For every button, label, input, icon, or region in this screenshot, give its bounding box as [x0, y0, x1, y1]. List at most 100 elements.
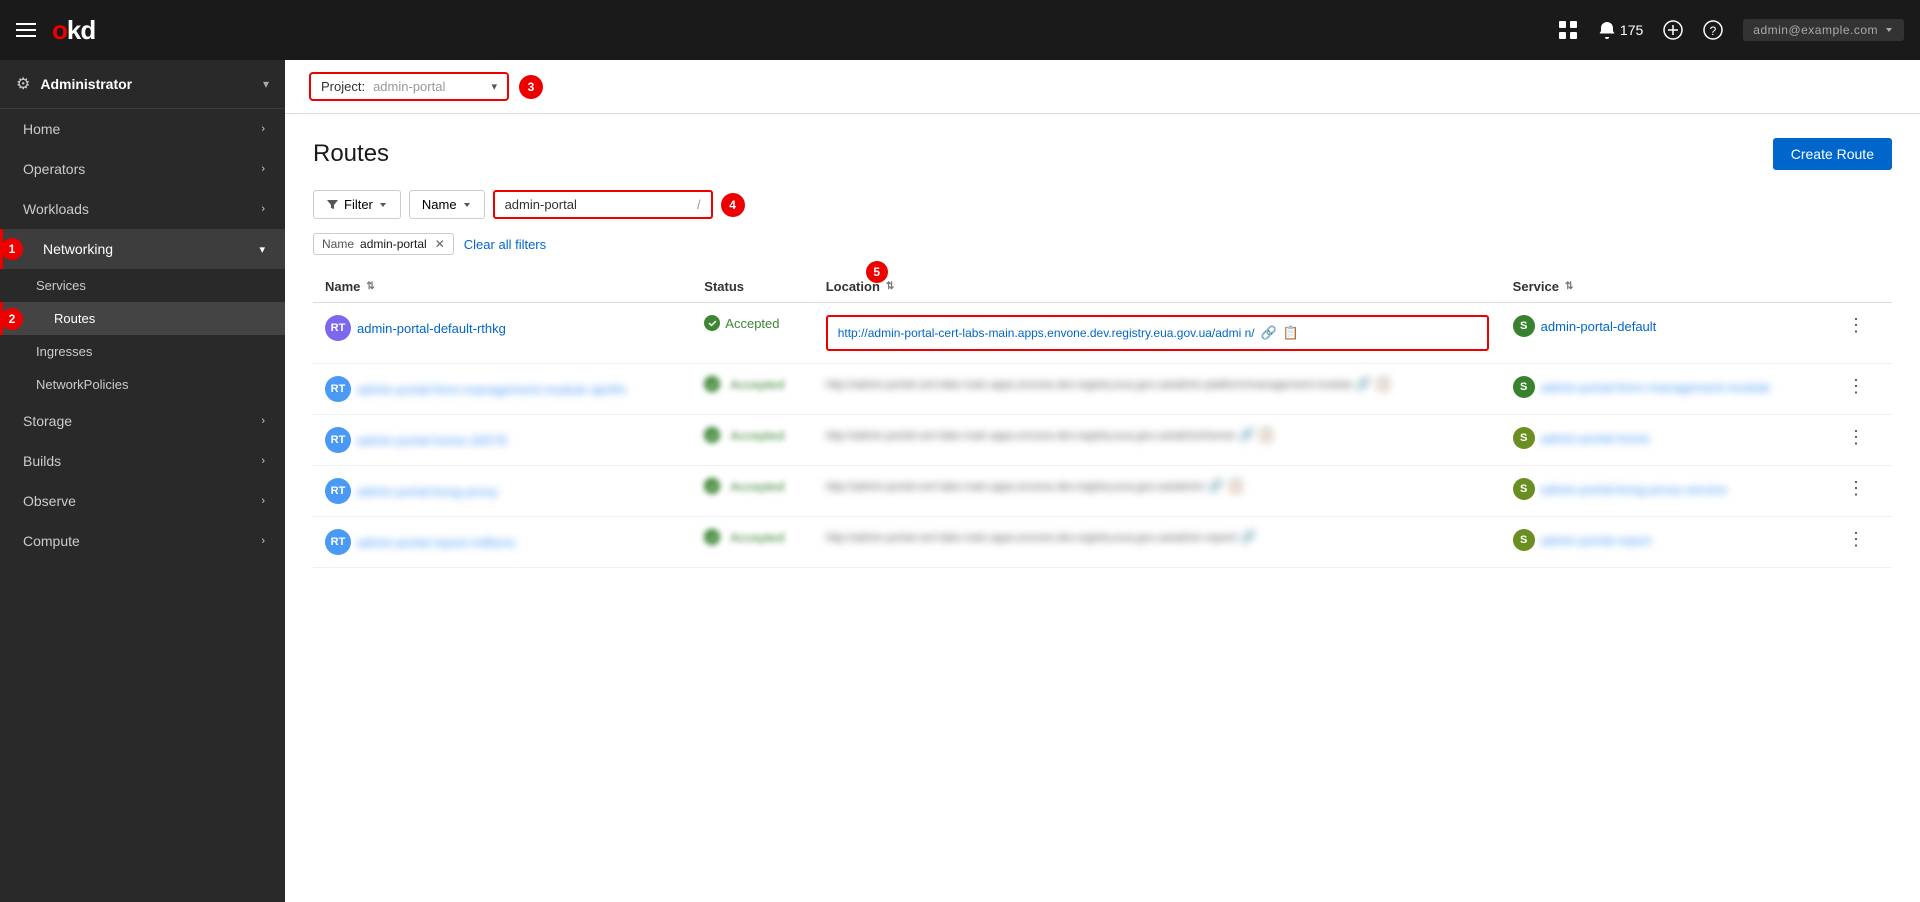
page-title: Routes	[313, 140, 389, 168]
sidebar-sub-services[interactable]: Services	[0, 269, 285, 302]
project-value: admin-portal	[373, 79, 483, 94]
row-4-location: http://admin-portal-cert-labs-main.apps.…	[826, 478, 1489, 494]
row-2-status: Accepted	[704, 376, 801, 392]
create-route-button[interactable]: Create Route	[1773, 138, 1892, 170]
sidebar-item-observe-arrow: ›	[261, 495, 265, 507]
search-separator: /	[697, 197, 701, 212]
filter-tag-close[interactable]: ✕	[435, 237, 445, 251]
filter-button[interactable]: Filter	[313, 190, 401, 219]
table-row: RT admin-portal-report-millions Accepted	[313, 517, 1892, 568]
sidebar-item-storage[interactable]: Storage ›	[0, 401, 285, 441]
row-4-service-badge: S	[1513, 478, 1535, 500]
page-content: Routes Create Route Filter Name /	[285, 114, 1920, 902]
row-1-location-cell: http://admin-portal-cert-labs-main.apps.…	[814, 303, 1501, 364]
sidebar-item-observe[interactable]: Observe ›	[0, 481, 285, 521]
user-menu[interactable]: admin@example.com	[1743, 19, 1904, 41]
add-icon[interactable]	[1663, 20, 1683, 40]
app-logo: okd	[52, 15, 95, 46]
table-row: RT admin-portal-form-management-module-a…	[313, 364, 1892, 415]
sidebar-item-workloads[interactable]: Workloads ›	[0, 189, 285, 229]
sidebar-sub-networkpolicies[interactable]: NetworkPolicies	[0, 368, 285, 401]
row-1-name-link[interactable]: admin-portal-default-rthkg	[357, 321, 506, 336]
clear-all-filters-button[interactable]: Clear all filters	[464, 237, 546, 252]
step2-badge: 2	[1, 308, 23, 330]
row-3-service-cell: S admin-portal-home	[1501, 415, 1829, 466]
project-bar: Project: admin-portal ▾ 3	[285, 60, 1920, 114]
filter-tag-label: Name	[322, 237, 354, 251]
logo-d: d	[80, 15, 95, 45]
row-1-location-box: http://admin-portal-cert-labs-main.apps.…	[826, 315, 1489, 351]
row-1-name-cell: RT admin-portal-default-rthkg	[313, 303, 692, 364]
search-input[interactable]	[505, 197, 693, 212]
sidebar-item-compute[interactable]: Compute ›	[0, 521, 285, 561]
row-5-service-cell: S admin-portal-report	[1501, 517, 1829, 568]
row-1-name: admin-portal-default-rthkg	[357, 321, 506, 336]
row-5-actions-menu[interactable]: ⋮	[1841, 529, 1871, 549]
row-3-location: http://admin-portal-cert-labs-main.apps.…	[826, 427, 1489, 443]
row-2-status-icon	[704, 376, 720, 392]
project-selector[interactable]: Project: admin-portal ▾	[309, 72, 509, 101]
col-actions	[1829, 271, 1892, 303]
step1-badge: 1	[1, 238, 23, 260]
service-sort-icon[interactable]: ⇅	[1565, 281, 1573, 292]
step4-badge: 4	[721, 193, 745, 217]
sidebar-sub-routes[interactable]: 2 Routes	[0, 302, 285, 335]
sidebar-item-operators-label: Operators	[23, 161, 85, 177]
name-sort-icon[interactable]: ⇅	[366, 281, 374, 292]
hamburger-menu[interactable]	[16, 23, 36, 37]
project-label: Project:	[321, 79, 365, 94]
name-filter-dropdown[interactable]: Name	[409, 190, 485, 219]
row-5-status: Accepted	[704, 529, 801, 545]
sidebar-item-operators[interactable]: Operators ›	[0, 149, 285, 189]
logo-k: k	[67, 15, 80, 45]
row-1-service-cell: S admin-portal-default	[1501, 303, 1829, 364]
row-2-actions-menu[interactable]: ⋮	[1841, 376, 1871, 396]
role-selector[interactable]: ⚙ Administrator ▾	[0, 60, 285, 109]
table-row: RT admin-portal-default-rthkg	[313, 303, 1892, 364]
role-dropdown-arrow: ▾	[263, 77, 269, 91]
sidebar-item-storage-label: Storage	[23, 413, 72, 429]
row-3-status-icon	[704, 427, 720, 443]
logo-o: o	[52, 15, 67, 45]
row-4-status-icon	[704, 478, 720, 494]
row-2-location-cell: http://admin-portal-cert-labs-main.apps.…	[814, 364, 1501, 415]
name-filter-label: Name	[422, 197, 457, 212]
row-3-name-cell: RT admin-portal-home-26578	[313, 415, 692, 466]
sidebar: ⚙ Administrator ▾ Home › Operators › Wor…	[0, 60, 285, 902]
row-3-actions-menu[interactable]: ⋮	[1841, 427, 1871, 447]
sidebar-sub-ingresses[interactable]: Ingresses	[0, 335, 285, 368]
col-status: Status	[692, 271, 813, 303]
row-1-service-link[interactable]: admin-portal-default	[1541, 319, 1657, 334]
table-row: RT admin-portal-kong-proxy Accepted	[313, 466, 1892, 517]
row-1-external-link-icon[interactable]: 🔗	[1261, 325, 1277, 341]
main-layout: ⚙ Administrator ▾ Home › Operators › Wor…	[0, 60, 1920, 902]
notifications-count: 175	[1620, 22, 1643, 38]
row-4-status: Accepted	[704, 478, 801, 494]
help-icon[interactable]: ?	[1703, 20, 1723, 40]
row-1-copy-icon[interactable]: 📋	[1283, 325, 1299, 341]
sidebar-item-networking-label: Networking	[43, 241, 113, 257]
sidebar-item-home[interactable]: Home ›	[0, 109, 285, 149]
col-service: Service ⇅	[1501, 271, 1829, 303]
sidebar-item-builds-arrow: ›	[261, 455, 265, 467]
row-1-status-text: Accepted	[725, 316, 779, 331]
table-row: RT admin-portal-home-26578 Accepted	[313, 415, 1892, 466]
sidebar-sub-ingresses-label: Ingresses	[36, 344, 92, 359]
project-dropdown-arrow: ▾	[491, 80, 497, 93]
filter-tag-value: admin-portal	[360, 237, 427, 251]
row-5-badge: RT	[325, 529, 351, 555]
sidebar-sub-networkpolicies-label: NetworkPolicies	[36, 377, 128, 392]
active-filters: Name admin-portal ✕ Clear all filters	[313, 233, 1892, 255]
notifications-icon[interactable]: 175	[1598, 21, 1643, 39]
row-1-actions-menu[interactable]: ⋮	[1841, 315, 1871, 335]
row-5-status-cell: Accepted	[692, 517, 813, 568]
row-4-actions-menu[interactable]: ⋮	[1841, 478, 1871, 498]
location-sort-icon[interactable]: ⇅	[886, 281, 894, 292]
sidebar-item-networking[interactable]: 1 Networking ▾	[0, 229, 285, 269]
apps-grid-icon[interactable]	[1558, 20, 1578, 40]
sidebar-item-workloads-label: Workloads	[23, 201, 89, 217]
row-4-service: admin-portal-kong-proxy-service	[1541, 482, 1727, 497]
sidebar-item-builds[interactable]: Builds ›	[0, 441, 285, 481]
row-1-service-name: admin-portal-default	[1541, 319, 1657, 334]
row-3-location-cell: http://admin-portal-cert-labs-main.apps.…	[814, 415, 1501, 466]
